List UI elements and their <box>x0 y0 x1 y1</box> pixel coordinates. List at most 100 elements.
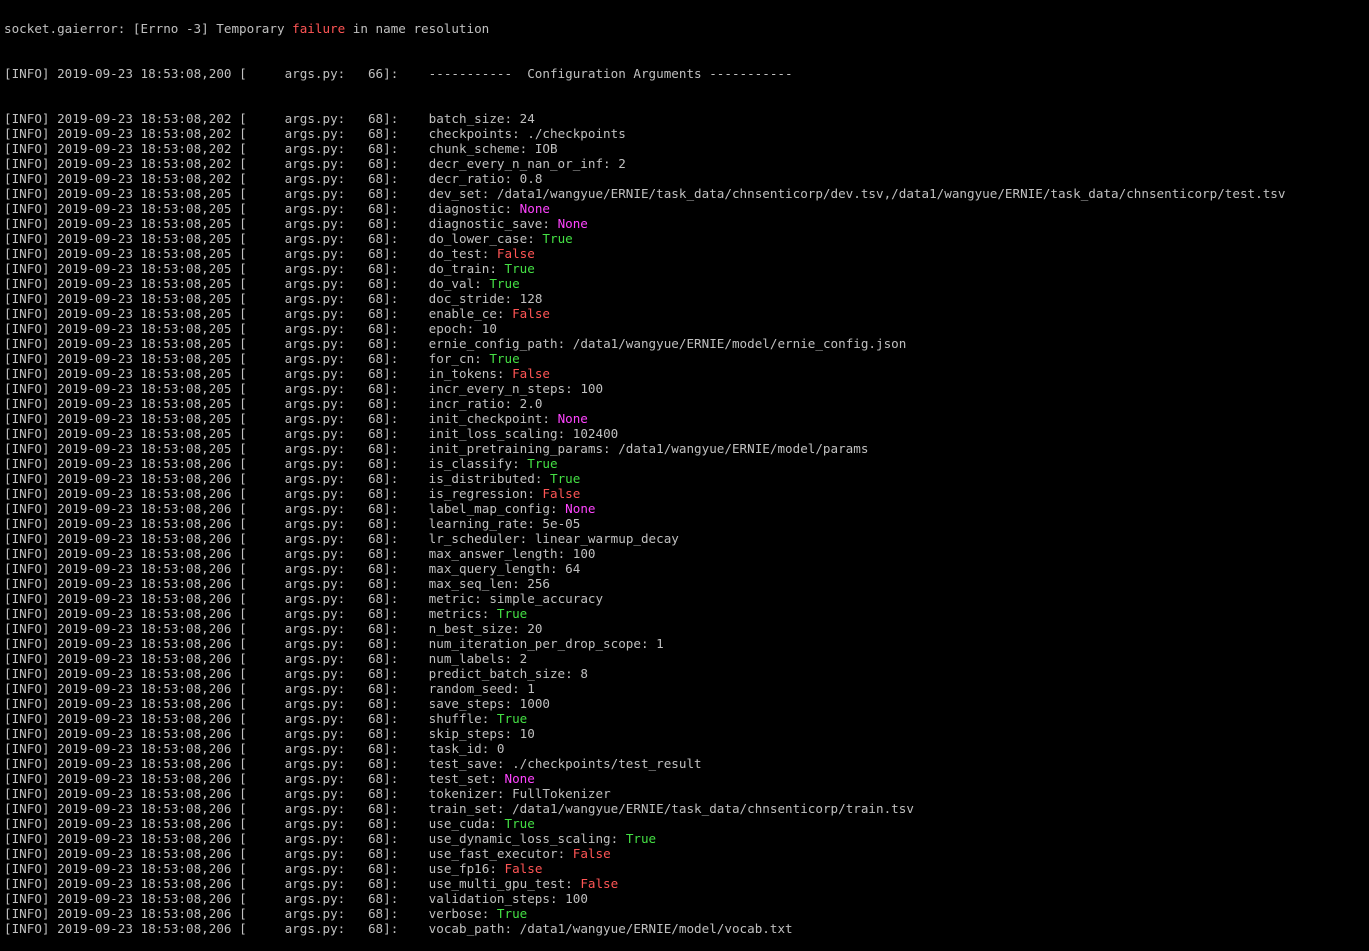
config-value: 1 <box>656 636 664 651</box>
log-timestamp: 2019-09-23 18:53:08,205 <box>57 216 232 231</box>
log-line: [INFO] 2019-09-23 18:53:08,205 [ args.py… <box>4 381 604 396</box>
log-level: [INFO] <box>4 711 50 726</box>
log-level: [INFO] <box>4 171 50 186</box>
config-value: False <box>512 366 550 381</box>
error-prefix: socket.gaierror: [Errno -3] Temporary <box>4 21 293 36</box>
log-level: [INFO] <box>4 111 50 126</box>
log-timestamp: 2019-09-23 18:53:08,206 <box>57 831 232 846</box>
config-value: 10 <box>481 321 497 336</box>
config-key: save_steps <box>428 696 505 711</box>
config-key: lr_scheduler <box>428 531 520 546</box>
config-key: verbose <box>428 906 482 921</box>
log-level: [INFO] <box>4 276 50 291</box>
log-level: [INFO] <box>4 231 50 246</box>
config-value: 100 <box>565 891 588 906</box>
config-value: simple_accuracy <box>489 591 604 606</box>
log-timestamp: 2019-09-23 18:53:08,206 <box>57 456 232 471</box>
log-line: [INFO] 2019-09-23 18:53:08,206 [ args.py… <box>4 531 679 546</box>
config-key: predict_batch_size <box>428 666 566 681</box>
log-timestamp: 2019-09-23 18:53:08,200 <box>57 66 232 81</box>
config-value: 2.0 <box>519 396 543 411</box>
config-value: 2 <box>519 651 528 666</box>
log-timestamp: 2019-09-23 18:53:08,206 <box>57 786 232 801</box>
config-key: incr_ratio <box>428 396 505 411</box>
log-level: [INFO] <box>4 321 50 336</box>
log-timestamp: 2019-09-23 18:53:08,205 <box>57 336 232 351</box>
log-line: [INFO] 2019-09-23 18:53:08,206 [ args.py… <box>4 456 558 471</box>
log-location: [ args.py: 68]: <box>239 246 399 261</box>
log-line: [INFO] 2019-09-23 18:53:08,205 [ args.py… <box>4 291 543 306</box>
config-key: use_multi_gpu_test <box>428 876 566 891</box>
log-location: [ args.py: 68]: <box>239 621 399 636</box>
log-line: [INFO] 2019-09-23 18:53:08,206 [ args.py… <box>4 651 528 666</box>
config-key: max_answer_length <box>428 546 558 561</box>
log-level: [INFO] <box>4 816 50 831</box>
log-timestamp: 2019-09-23 18:53:08,202 <box>57 141 232 156</box>
log-line: [INFO] 2019-09-23 18:53:08,206 [ args.py… <box>4 801 914 816</box>
log-level: [INFO] <box>4 606 50 621</box>
log-location: [ args.py: 68]: <box>239 441 399 456</box>
log-level: [INFO] <box>4 726 50 741</box>
config-key: incr_every_n_steps <box>428 381 566 396</box>
log-level: [INFO] <box>4 591 50 606</box>
log-location: [ args.py: 68]: <box>239 681 399 696</box>
config-key: diagnostic_save <box>428 216 543 231</box>
log-timestamp: 2019-09-23 18:53:08,205 <box>57 321 232 336</box>
log-line: [INFO] 2019-09-23 18:53:08,205 [ args.py… <box>4 351 520 366</box>
log-timestamp: 2019-09-23 18:53:08,206 <box>57 801 232 816</box>
config-key: label_map_config <box>428 501 550 516</box>
log-level: [INFO] <box>4 771 50 786</box>
config-key: init_pretraining_params <box>428 441 604 456</box>
config-key: tokenizer <box>428 786 497 801</box>
log-timestamp: 2019-09-23 18:53:08,206 <box>57 651 232 666</box>
log-location: [ args.py: 68]: <box>239 576 399 591</box>
log-level: [INFO] <box>4 186 50 201</box>
log-level: [INFO] <box>4 486 50 501</box>
config-value: 64 <box>565 561 581 576</box>
log-line: [INFO] 2019-09-23 18:53:08,206 [ args.py… <box>4 561 581 576</box>
log-timestamp: 2019-09-23 18:53:08,206 <box>57 546 232 561</box>
log-line: [INFO] 2019-09-23 18:53:08,206 [ args.py… <box>4 891 588 906</box>
log-line: [INFO] 2019-09-23 18:53:08,206 [ args.py… <box>4 786 611 801</box>
config-key: is_regression <box>428 486 528 501</box>
log-line: [INFO] 2019-09-23 18:53:08,206 [ args.py… <box>4 816 535 831</box>
config-key: learning_rate <box>428 516 528 531</box>
config-value: None <box>557 216 588 231</box>
config-key: checkpoints <box>428 126 513 141</box>
config-value: /data1/wangyue/ERNIE/model/params <box>618 441 869 456</box>
log-timestamp: 2019-09-23 18:53:08,206 <box>57 516 232 531</box>
log-level: [INFO] <box>4 366 50 381</box>
config-key: validation_steps <box>428 891 550 906</box>
log-line: [INFO] 2019-09-23 18:53:08,205 [ args.py… <box>4 186 1286 201</box>
config-value: 8 <box>580 666 588 681</box>
config-key: epoch <box>428 321 467 336</box>
config-value: IOB <box>534 141 558 156</box>
terminal-output[interactable]: socket.gaierror: [Errno -3] Temporary fa… <box>4 0 1369 951</box>
config-value: 0 <box>496 741 505 756</box>
log-location: [ args.py: 68]: <box>239 486 399 501</box>
log-timestamp: 2019-09-23 18:53:08,206 <box>57 756 232 771</box>
log-location: [ args.py: 68]: <box>239 111 399 126</box>
log-line: [INFO] 2019-09-23 18:53:08,206 [ args.py… <box>4 906 528 921</box>
config-value: True <box>489 351 520 366</box>
log-line: [INFO] 2019-09-23 18:53:08,205 [ args.py… <box>4 336 907 351</box>
config-key: for_cn <box>428 351 475 366</box>
log-timestamp: 2019-09-23 18:53:08,205 <box>57 276 232 291</box>
log-level: [INFO] <box>4 306 50 321</box>
log-level: [INFO] <box>4 831 50 846</box>
log-timestamp: 2019-09-23 18:53:08,206 <box>57 591 232 606</box>
log-level: [INFO] <box>4 666 50 681</box>
config-value: True <box>625 831 657 846</box>
config-value: False <box>580 876 619 891</box>
log-level: [INFO] <box>4 531 50 546</box>
log-line: [INFO] 2019-09-23 18:53:08,205 [ args.py… <box>4 411 588 426</box>
config-entries: [INFO] 2019-09-23 18:53:08,202 [ args.py… <box>4 111 1369 936</box>
config-value: None <box>504 771 535 786</box>
config-key: use_dynamic_loss_scaling <box>428 831 611 846</box>
log-level: [INFO] <box>4 801 50 816</box>
config-value: True <box>496 711 528 726</box>
log-location: [ args.py: 68]: <box>239 726 399 741</box>
config-key: use_fp16 <box>428 861 490 876</box>
config-value: 20 <box>527 621 543 636</box>
log-line: [INFO] 2019-09-23 18:53:08,206 [ args.py… <box>4 696 550 711</box>
